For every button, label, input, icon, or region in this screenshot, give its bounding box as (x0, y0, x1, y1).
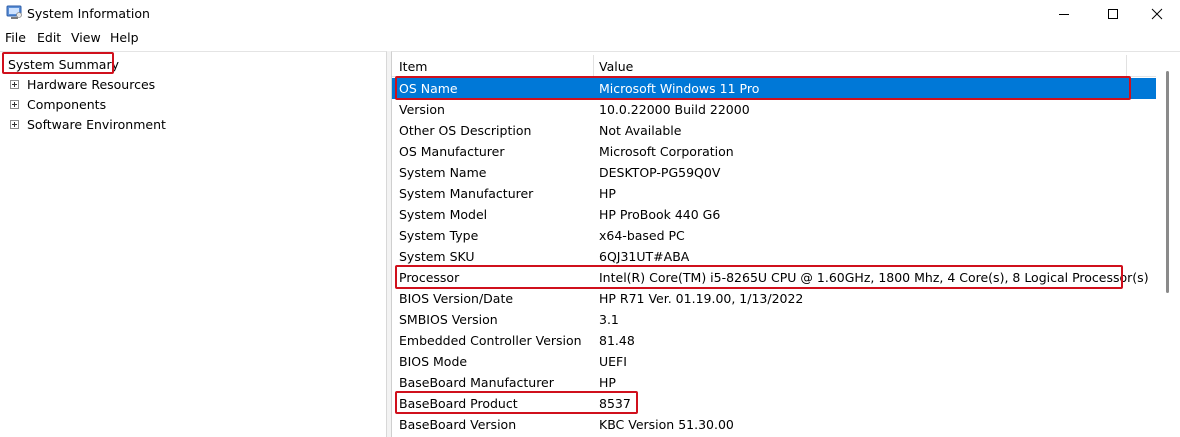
row-value-cell: HP ProBook 440 G6 (599, 207, 721, 222)
menu-bar: File Edit View Help (0, 28, 1180, 48)
expand-icon[interactable] (10, 100, 19, 109)
table-row[interactable]: Version 10.0.22000 Build 22000 (392, 99, 1156, 120)
header-separator (392, 76, 1156, 77)
row-value-cell: 6QJ31UT#ABA (599, 249, 690, 264)
table-row[interactable]: Other OS Description Not Available (392, 120, 1156, 141)
row-item-cell: System Manufacturer (399, 186, 534, 201)
column-divider[interactable] (593, 55, 594, 76)
table-row[interactable]: OS Name Microsoft Windows 11 Pro (392, 78, 1156, 99)
table-row[interactable]: System Model HP ProBook 440 G6 (392, 204, 1156, 225)
row-item-cell: Processor (399, 270, 460, 285)
close-button[interactable] (1134, 0, 1180, 27)
row-value-cell: Intel(R) Core(TM) i5-8265U CPU @ 1.60GHz… (599, 270, 1149, 285)
table-row[interactable]: Embedded Controller Version 81.48 (392, 330, 1156, 351)
table-row[interactable]: BaseBoard Version KBC Version 51.30.00 (392, 414, 1156, 435)
row-value-cell: 3.1 (599, 312, 619, 327)
row-value-cell: 10.0.22000 Build 22000 (599, 102, 750, 117)
expand-icon[interactable] (10, 80, 19, 89)
row-item-cell: Version (399, 102, 445, 117)
minimize-icon (1059, 13, 1069, 15)
row-value-cell: Not Available (599, 123, 682, 138)
close-icon (1151, 8, 1163, 19)
scrollbar-thumb[interactable] (1166, 71, 1169, 293)
table-row[interactable]: System Name DESKTOP-PG59Q0V (392, 162, 1156, 183)
table-row[interactable]: BaseBoard Manufacturer HP (392, 372, 1156, 393)
menu-edit[interactable]: Edit (37, 30, 61, 45)
maximize-icon (1108, 8, 1118, 19)
table-row[interactable]: OS Manufacturer Microsoft Corporation (392, 141, 1156, 162)
expand-icon[interactable] (10, 120, 19, 129)
system-information-icon (6, 5, 23, 20)
row-item-cell: SMBIOS Version (399, 312, 498, 327)
tree-item-hardware-resources[interactable]: Hardware Resources (27, 77, 155, 92)
row-item-cell: BIOS Version/Date (399, 291, 514, 306)
row-value-cell: KBC Version 51.30.00 (599, 417, 734, 432)
table-row[interactable]: Processor Intel(R) Core(TM) i5-8265U CPU … (392, 267, 1156, 288)
column-divider[interactable] (1126, 55, 1127, 76)
row-item-cell: BaseBoard Product (399, 396, 518, 411)
maximize-button[interactable] (1090, 0, 1136, 27)
row-value-cell: HP (599, 375, 616, 390)
row-value-cell: 81.48 (599, 333, 635, 348)
menu-view[interactable]: View (71, 30, 101, 45)
row-item-cell: OS Manufacturer (399, 144, 505, 159)
menu-help[interactable]: Help (110, 30, 139, 45)
row-value-cell: UEFI (599, 354, 627, 369)
tree-item-system-summary[interactable]: System Summary (8, 57, 119, 72)
tree-item-components[interactable]: Components (27, 97, 106, 112)
row-item-cell: BIOS Mode (399, 354, 468, 369)
row-value-cell: Microsoft Corporation (599, 144, 734, 159)
table-row[interactable]: BaseBoard Product 8537 (392, 393, 1156, 414)
table-row[interactable]: BIOS Mode UEFI (392, 351, 1156, 372)
row-item-cell: BaseBoard Manufacturer (399, 375, 554, 390)
row-item-cell: BaseBoard Version (399, 417, 517, 432)
menu-file[interactable]: File (5, 30, 26, 45)
row-value-cell: HP R71 Ver. 01.19.00, 1/13/2022 (599, 291, 804, 306)
minimize-button[interactable] (1041, 0, 1087, 27)
row-value-cell: Microsoft Windows 11 Pro (599, 81, 760, 96)
row-item-cell: System Name (399, 165, 487, 180)
title-bar: System Information (0, 0, 1180, 27)
row-item-cell: System SKU (399, 249, 475, 264)
row-item-cell: System Type (399, 228, 479, 243)
row-value-cell: DESKTOP-PG59Q0V (599, 165, 721, 180)
table-row[interactable]: BIOS Version/Date HP R71 Ver. 01.19.00, 1… (392, 288, 1156, 309)
row-item-cell: System Model (399, 207, 488, 222)
table-row[interactable]: SMBIOS Version 3.1 (392, 309, 1156, 330)
row-value-cell: HP (599, 186, 616, 201)
tree-item-software-environment[interactable]: Software Environment (27, 117, 166, 132)
row-item-cell: OS Name (399, 81, 458, 96)
row-item-cell: Embedded Controller Version (399, 333, 582, 348)
table-row[interactable]: System SKU 6QJ31UT#ABA (392, 246, 1156, 267)
row-item-cell: Other OS Description (399, 123, 532, 138)
table-row[interactable]: System Type x64-based PC (392, 225, 1156, 246)
row-value-cell: x64-based PC (599, 228, 685, 243)
table-row[interactable]: System Manufacturer HP (392, 183, 1156, 204)
window-title: System Information (27, 6, 150, 21)
row-value-cell: 8537 (599, 396, 631, 411)
